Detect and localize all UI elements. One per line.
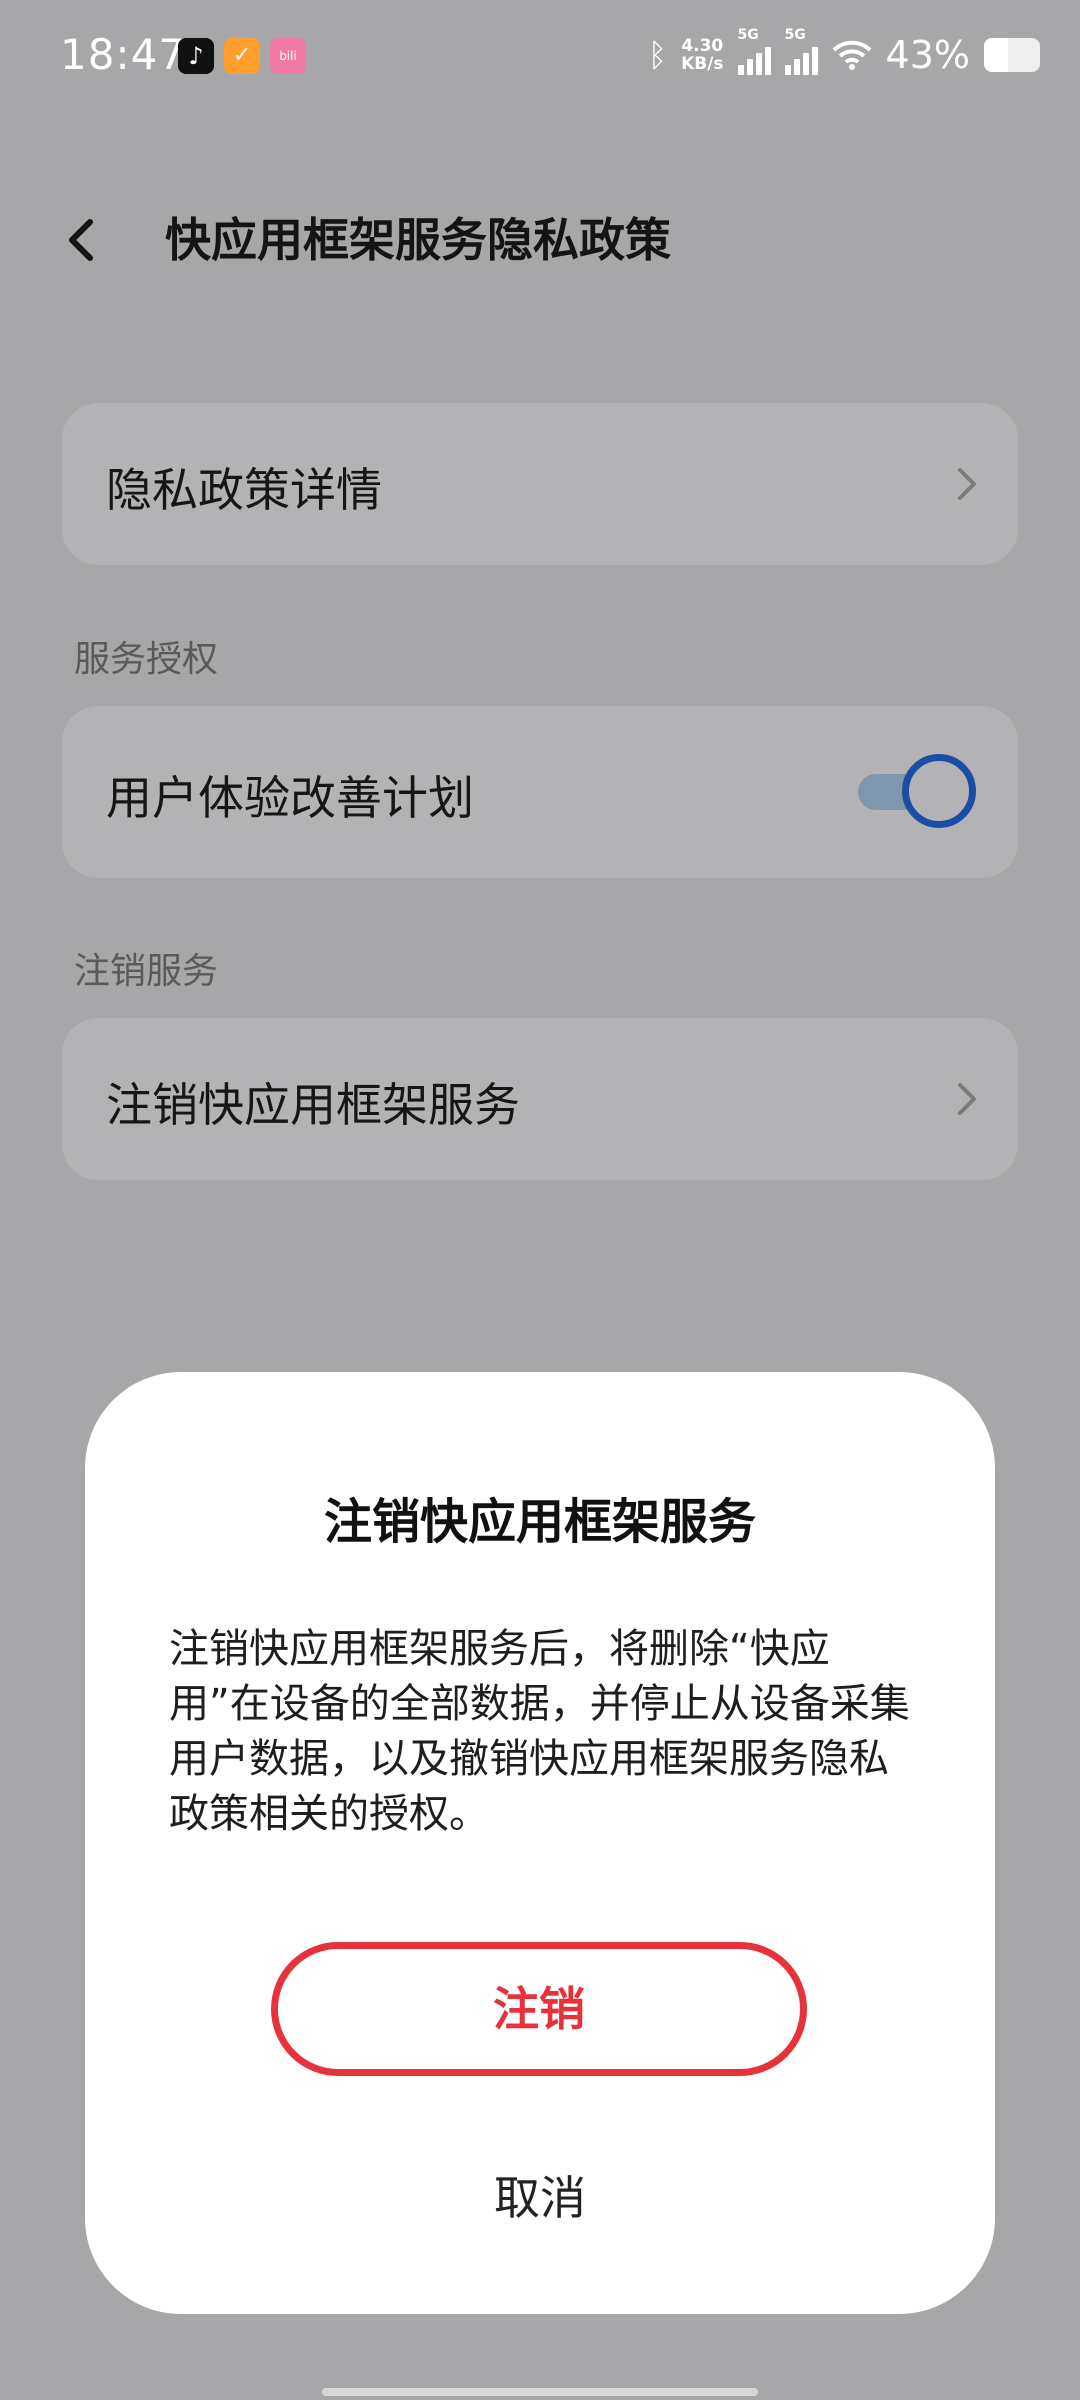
deregister-service-item[interactable]: 注销快应用框架服务 [62,1018,1018,1180]
net-speed-unit: KB/s [681,54,724,74]
toggle-knob [902,754,976,828]
bilibili-icon: bili [270,38,306,74]
home-indicator[interactable] [322,2388,758,2396]
battery-icon [984,38,1040,72]
signal-icon: 5G [784,27,818,75]
net-speed-value: 4.30 [681,36,724,56]
status-time: 18:47 [60,30,187,79]
section-label-service-auth: 服务授权 [74,639,219,680]
tiktok-icon: ♪ [178,38,214,74]
deregister-dialog: 注销快应用框架服务 注销快应用框架服务后，将删除“快应用”在设备的全部数据，并停… [85,1372,995,2314]
privacy-details-label: 隐私政策详情 [106,463,382,517]
ux-plan-toggle[interactable] [858,754,976,828]
section-label-deregister: 注销服务 [74,951,219,992]
net-speed: 4.30 KB/s [681,37,723,73]
page-title: 快应用框架服务隐私政策 [165,213,671,267]
sim2-label: 5G [784,27,806,43]
deregister-confirm-button[interactable]: 注销 [271,1942,807,2076]
chevron-right-icon [958,1083,976,1115]
sim1-label: 5G [737,27,759,43]
cancel-button[interactable]: 取消 [85,2162,995,2228]
dialog-body: 注销快应用框架服务后，将删除“快应用”在设备的全部数据，并停止从设备采集用户数据… [169,1626,910,1837]
deregister-service-label: 注销快应用框架服务 [106,1078,520,1132]
status-bar: 18:47 ♪ ✓ bili ᛒ 4.30 KB/s 5G 5G 43% [0,0,1080,115]
status-right-group: ᛒ 4.30 KB/s 5G 5G 43% [647,27,1040,80]
chevron-right-icon [958,468,976,500]
wifi-icon [832,40,871,70]
back-arrow-icon[interactable] [58,210,108,270]
orange-app-icon: ✓ [224,38,260,74]
privacy-details-item[interactable]: 隐私政策详情 [62,403,1018,565]
battery-percent: 43% [885,33,970,77]
dialog-title: 注销快应用框架服务 [323,1494,756,1550]
ux-plan-label: 用户体验改善计划 [106,771,474,825]
signal-icon: 5G [737,27,771,75]
ux-plan-item: 用户体验改善计划 [62,706,1018,878]
bluetooth-icon: ᛒ [647,36,668,74]
